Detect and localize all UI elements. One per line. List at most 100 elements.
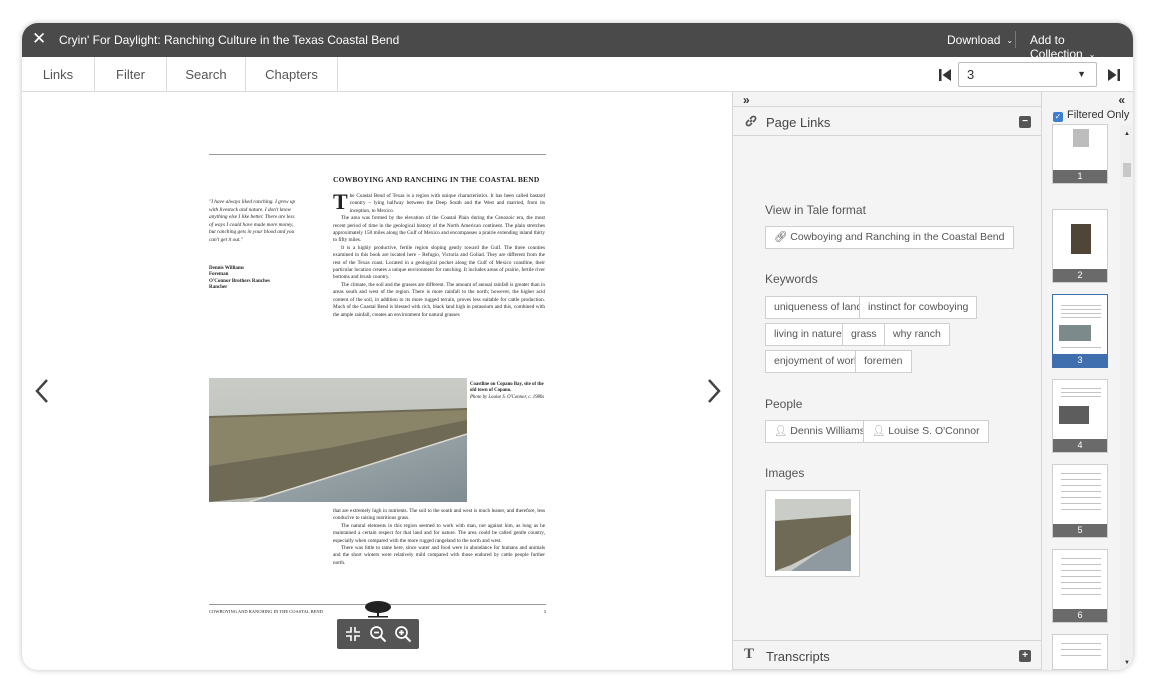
page-number: 6 — [1053, 609, 1107, 622]
keyword-chip[interactable]: foremen — [855, 350, 912, 373]
person-icon: 👤︎ — [774, 425, 788, 437]
expand-section-icon[interactable]: + — [1019, 650, 1031, 662]
expand-panel-icon[interactable]: » — [743, 93, 750, 107]
transcripts-title: Transcripts — [766, 649, 830, 664]
chevron-down-icon: ⌄ — [1006, 36, 1014, 45]
page-number: 2 — [1053, 269, 1107, 282]
page-thumbnail[interactable]: 6 — [1052, 549, 1108, 623]
collapse-strip-icon[interactable]: « — [1118, 93, 1125, 107]
document-page: COWBOYING AND RANCHING IN THE COASTAL BE… — [209, 154, 546, 624]
pull-quote: "I have always liked ranching. I grew up… — [209, 199, 296, 243]
page-thumbnail[interactable]: 4 — [1052, 379, 1108, 453]
link-icon — [745, 115, 757, 127]
page-number: 4 — [1053, 439, 1107, 452]
scrollbar[interactable]: ▲ ▼ — [1120, 125, 1133, 670]
page-links-header[interactable]: Page Links − — [733, 106, 1042, 136]
keyword-chip[interactable]: why ranch — [884, 323, 950, 346]
credit-org2: Rancher — [209, 285, 228, 291]
caption-title: Coastline on Copano Bay, site of the old… — [470, 382, 544, 394]
page-thumbnail[interactable]: 3 — [1052, 294, 1108, 368]
close-icon[interactable]: ✕ — [32, 29, 46, 49]
keyword-chip[interactable]: enjoyment of work — [765, 350, 869, 373]
person-chip[interactable]: 👤︎ Louise S. O'Connor — [863, 420, 989, 443]
zoom-controls — [337, 619, 419, 649]
images-label: Images — [765, 466, 805, 480]
quote-credit: Dennis Williams Foreman O'Connor Brother… — [209, 266, 309, 292]
paragraph: It is a highly productive, fertile regio… — [333, 244, 545, 281]
paragraph: There was little to tame here, since wat… — [333, 545, 545, 566]
transcripts-header[interactable]: T Transcripts + — [733, 640, 1042, 670]
tale-link-chip[interactable]: 🔗︎ Cowboying and Ranching in the Coastal… — [765, 226, 1014, 249]
person-icon: 👤︎ — [872, 425, 886, 437]
page-thumbnail[interactable]: 2 — [1052, 209, 1108, 283]
filtered-only-toggle[interactable]: ✓ Filtered Only — [1053, 109, 1129, 122]
page-thumbnail[interactable]: 5 — [1052, 464, 1108, 538]
page-thumbnail[interactable] — [1052, 634, 1108, 670]
page-select[interactable]: 3 ▼ — [958, 62, 1097, 87]
body-column-bottom: that are extremely high in nutrients. Th… — [333, 508, 545, 567]
tree-logo-icon — [365, 601, 391, 618]
page-number: 5 — [1053, 524, 1107, 537]
previous-page-arrow-icon[interactable] — [34, 377, 50, 405]
keyword-chip[interactable]: living in nature — [765, 323, 851, 346]
page-number: 1 — [1053, 170, 1107, 183]
window-title: Cryin' For Daylight: Ranching Culture in… — [59, 33, 400, 47]
tab-chapters[interactable]: Chapters — [246, 57, 338, 92]
toolbar: Links Filter Search Chapters 3 ▼ — [22, 57, 1133, 92]
paragraph: that are extremely high in nutrients. Th… — [333, 508, 545, 522]
next-page-arrow-icon[interactable] — [706, 377, 722, 405]
person-chip[interactable]: 👤︎ Dennis Williams — [765, 420, 874, 443]
collapse-section-icon[interactable]: − — [1019, 116, 1031, 128]
scroll-down-icon[interactable]: ▼ — [1124, 660, 1130, 666]
caret-down-icon: ▼ — [1077, 69, 1086, 79]
tale-link-label: Cowboying and Ranching in the Coastal Be… — [790, 231, 1005, 243]
keywords-label: Keywords — [765, 272, 818, 286]
checkbox-checked-icon: ✓ — [1053, 112, 1063, 122]
tab-links[interactable]: Links — [22, 57, 95, 92]
caption-credit: Photo by Louise S. O'Connor, c. 1980s — [470, 394, 545, 400]
drop-cap: T — [333, 189, 348, 214]
text-icon: T — [744, 646, 755, 662]
viewer-window: ✕ Cryin' For Daylight: Ranching Culture … — [22, 23, 1133, 670]
page-heading: COWBOYING AND RANCHING IN THE COASTAL BE… — [333, 175, 540, 184]
footer-title: COWBOYING AND RANCHING IN THE COASTAL BE… — [209, 609, 323, 614]
footer-page-number: 3 — [543, 609, 546, 614]
last-page-icon[interactable] — [1107, 68, 1121, 82]
title-bar: ✕ Cryin' For Daylight: Ranching Culture … — [22, 23, 1133, 61]
tab-filter[interactable]: Filter — [95, 57, 167, 92]
info-panel: » Page Links − View in Tale format 🔗︎ Co… — [732, 92, 1042, 670]
filtered-only-label: Filtered Only — [1067, 109, 1130, 121]
paragraph: he Coastal Bend of Texas is a region wit… — [349, 193, 545, 214]
page-links-title: Page Links — [766, 115, 831, 130]
tale-format-label: View in Tale format — [765, 203, 866, 217]
person-name: Louise S. O'Connor — [888, 425, 980, 437]
zoom-in-icon[interactable] — [394, 625, 412, 643]
download-menu[interactable]: Download ⌄ — [947, 33, 1013, 47]
divider — [1015, 31, 1016, 48]
link-icon: 🔗︎ — [774, 231, 788, 243]
people-label: People — [765, 397, 803, 411]
scrollbar-thumb[interactable] — [1123, 163, 1131, 177]
thumbnail-strip: « ✓ Filtered Only ▲ ▼ 1 2 3 4 5 6 — [1041, 92, 1133, 670]
keyword-chip[interactable]: instinct for cowboying — [859, 296, 978, 319]
keyword-chip[interactable]: grass — [842, 323, 886, 346]
paragraph: The natural elements in this region seem… — [333, 522, 545, 544]
first-page-icon[interactable] — [938, 68, 952, 82]
page-thumbnail[interactable]: 1 — [1052, 124, 1108, 184]
page-number: 3 — [1053, 354, 1107, 367]
page-viewer: COWBOYING AND RANCHING IN THE COASTAL BE… — [22, 92, 732, 670]
paragraph: The climate, the soil and the grasses ar… — [333, 281, 545, 318]
tab-search[interactable]: Search — [167, 57, 246, 92]
page-select-value: 3 — [967, 67, 975, 82]
zoom-out-icon[interactable] — [369, 625, 387, 643]
paragraph: The area was formed by the elevation of … — [333, 215, 545, 244]
download-label: Download — [947, 33, 1001, 47]
coastline-photo — [209, 378, 467, 502]
person-name: Dennis Williams — [790, 425, 865, 437]
image-thumbnail[interactable] — [765, 490, 860, 577]
scroll-up-icon[interactable]: ▲ — [1124, 131, 1130, 137]
fit-page-icon[interactable] — [344, 625, 362, 643]
keyword-chip[interactable]: uniqueness of land — [765, 296, 872, 319]
photo-caption: Coastline on Copano Bay, site of the old… — [470, 382, 546, 401]
top-rule — [209, 154, 546, 155]
